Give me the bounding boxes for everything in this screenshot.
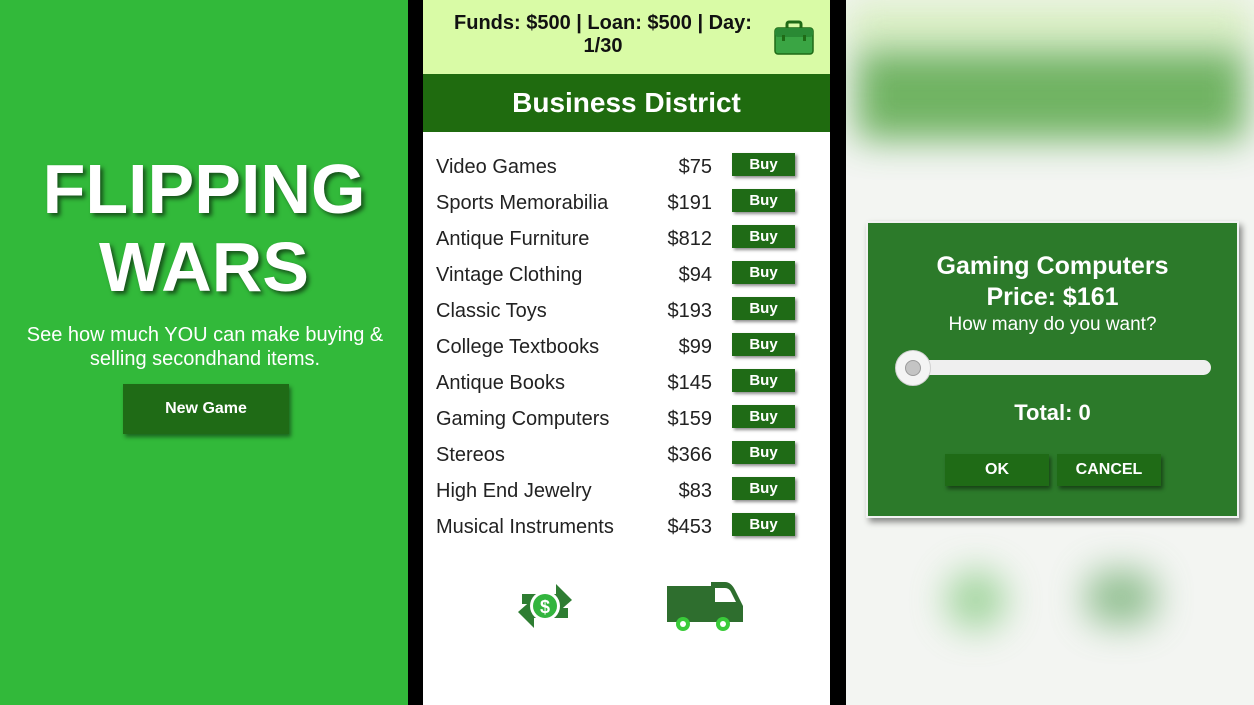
item-name: Video Games: [436, 156, 557, 178]
buy-button[interactable]: Buy: [732, 225, 795, 248]
list-item: Gaming Computers $159 Buy: [423, 401, 830, 437]
quantity-slider-thumb[interactable]: [895, 350, 931, 386]
list-item: High End Jewelry $83 Buy: [423, 473, 830, 509]
blurred-status-bar: [846, 0, 1254, 50]
list-item: Antique Books $145 Buy: [423, 365, 830, 401]
svg-text:$: $: [540, 597, 550, 617]
buy-button[interactable]: Buy: [732, 441, 795, 464]
list-item: Video Games $75 Buy: [423, 149, 830, 185]
item-price: $159: [667, 408, 713, 430]
item-name: High End Jewelry: [436, 480, 592, 502]
list-item: College Textbooks $99 Buy: [423, 329, 830, 365]
ok-button[interactable]: OK: [945, 454, 1049, 486]
dialog-item-name: Gaming Computers: [936, 252, 1169, 280]
item-price: $94: [678, 264, 712, 286]
new-game-button[interactable]: New Game: [123, 384, 289, 434]
game-title-line-2: WARS: [99, 228, 309, 306]
delivery-van-icon[interactable]: [665, 578, 745, 634]
list-item: Vintage Clothing $94 Buy: [423, 257, 830, 293]
market-screen: Funds: $500 | Loan: $500 | Day: 1/30 Bus…: [423, 0, 830, 705]
item-name: Stereos: [436, 444, 505, 466]
list-item: Stereos $366 Buy: [423, 437, 830, 473]
buy-button[interactable]: Buy: [732, 189, 795, 212]
buy-button[interactable]: Buy: [732, 297, 795, 320]
dialog-total: Total: 0: [1014, 400, 1091, 425]
briefcase-icon[interactable]: [774, 20, 814, 55]
buy-button[interactable]: Buy: [732, 333, 795, 356]
list-item: Classic Toys $193 Buy: [423, 293, 830, 329]
item-name: Gaming Computers: [436, 408, 610, 430]
quantity-slider-track[interactable]: [907, 360, 1211, 375]
item-price: $75: [678, 156, 712, 178]
item-price: $193: [667, 300, 713, 322]
item-name: Antique Books: [436, 372, 565, 394]
item-price: $453: [667, 516, 713, 538]
title-screen: FLIPPING WARS See how much YOU can make …: [0, 0, 408, 705]
buy-button[interactable]: Buy: [732, 369, 795, 392]
item-name: Sports Memorabilia: [436, 192, 609, 214]
dialog-price: Price: $161: [986, 283, 1119, 311]
money-exchange-icon[interactable]: $: [516, 574, 574, 638]
item-price: $191: [667, 192, 713, 214]
item-name: Musical Instruments: [436, 516, 614, 538]
buy-button[interactable]: Buy: [732, 261, 795, 284]
list-item: Musical Instruments $453 Buy: [423, 509, 830, 545]
item-name: Vintage Clothing: [436, 264, 583, 286]
buy-button[interactable]: Buy: [732, 513, 795, 536]
item-name: College Textbooks: [436, 336, 600, 358]
buy-dialog-screen: Gaming Computers Price: $161 How many do…: [846, 0, 1254, 705]
item-name: Classic Toys: [436, 300, 547, 322]
list-item: Sports Memorabilia $191 Buy: [423, 185, 830, 221]
item-price: $812: [667, 228, 713, 250]
district-header: Business District: [423, 74, 830, 132]
item-price: $99: [678, 336, 712, 358]
item-price: $366: [667, 444, 713, 466]
tagline: See how much YOU can make buying & selli…: [26, 324, 384, 370]
game-title-line-1: FLIPPING: [42, 150, 366, 228]
item-price: $145: [667, 372, 713, 394]
item-list: Video Games $75 Buy Sports Memorabilia $191 B…: [423, 149, 830, 545]
blurred-header: [856, 50, 1246, 140]
item-name: Antique Furniture: [436, 228, 590, 250]
buy-dialog: Gaming Computers Price: $161 How many do…: [866, 221, 1239, 518]
buy-button[interactable]: Buy: [732, 153, 795, 176]
status-bar: Funds: $500 | Loan: $500 | Day: 1/30: [423, 0, 830, 74]
slider-thumb-knob-icon: [905, 360, 921, 376]
cancel-button[interactable]: CANCEL: [1057, 454, 1161, 486]
buy-button[interactable]: Buy: [732, 405, 795, 428]
game-title: FLIPPING WARS: [0, 150, 408, 306]
dialog-question: How many do you want?: [948, 314, 1157, 335]
status-text: Funds: $500 | Loan: $500 | Day: 1/30: [454, 12, 752, 57]
blurred-exchange-icon: [946, 570, 1006, 630]
list-item: Antique Furniture $812 Buy: [423, 221, 830, 257]
item-price: $83: [678, 480, 712, 502]
blurred-van-icon: [1086, 570, 1156, 625]
buy-button[interactable]: Buy: [732, 477, 795, 500]
